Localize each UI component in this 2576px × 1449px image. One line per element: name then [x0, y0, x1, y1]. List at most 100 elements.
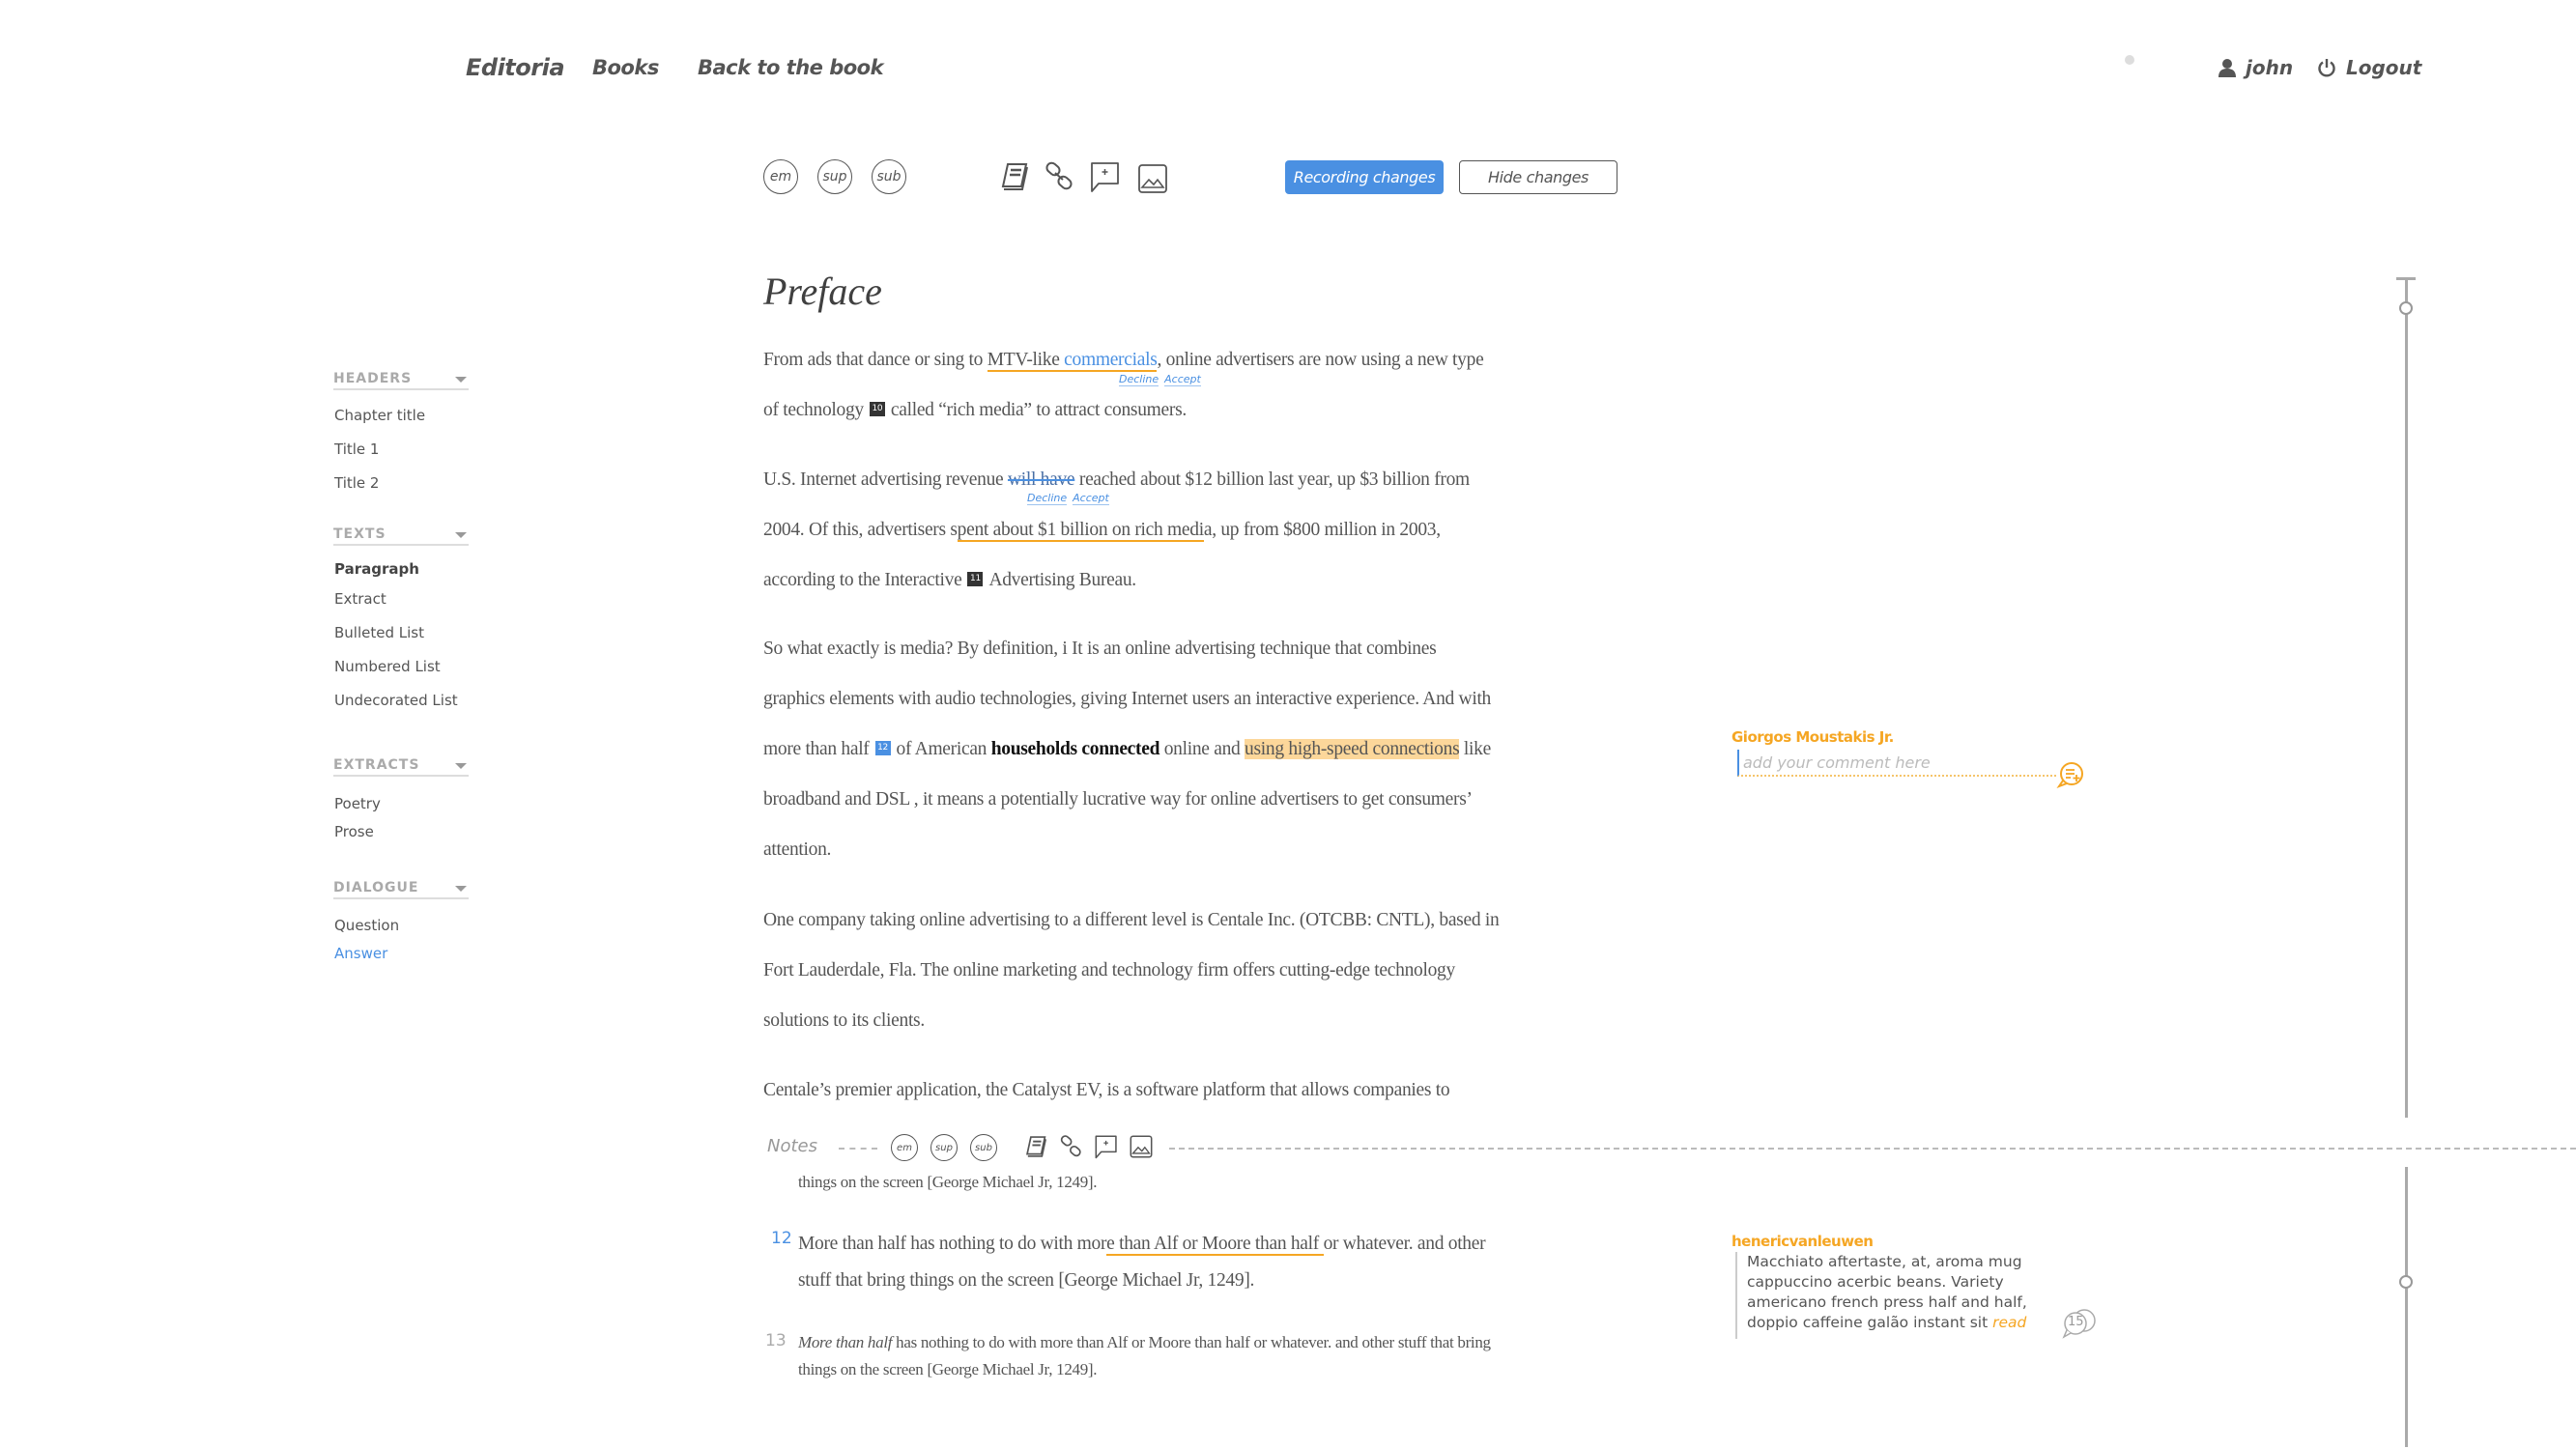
note-text[interactable]: More than half has nothing to do with mo…: [798, 1333, 1491, 1352]
logout-button[interactable]: Logout: [2317, 56, 2421, 79]
sidebar-item-answer[interactable]: Answer: [334, 945, 387, 962]
note-marker[interactable]: 12: [874, 741, 891, 759]
tracked-insertion[interactable]: MTV-like commercials: [987, 350, 1158, 372]
timeline-node[interactable]: [2399, 1275, 2413, 1289]
logout-label: Logout: [2346, 56, 2422, 79]
paragraph-line[interactable]: From ads that dance or sing to MTV-like …: [763, 350, 1484, 372]
note-text[interactable]: stuff that bring things on the screen [G…: [798, 1270, 1254, 1292]
sidebar-section-headers[interactable]: HEADERS: [333, 371, 469, 390]
sidebar-item-question[interactable]: Question: [334, 917, 399, 934]
accept-change-link[interactable]: Accept: [1073, 492, 1109, 505]
comment-input[interactable]: [1737, 750, 2056, 777]
decline-change-link[interactable]: Decline: [1027, 492, 1068, 505]
em-button[interactable]: em: [763, 159, 798, 194]
section-title: TEXTS: [333, 526, 386, 542]
sidebar-item-extract[interactable]: Extract: [334, 590, 386, 608]
note-icon[interactable]: [999, 160, 1032, 193]
decline-change-link[interactable]: Decline: [1119, 373, 1159, 386]
sidebar-section-extracts[interactable]: EXTRACTS: [333, 757, 469, 777]
paragraph-line[interactable]: more than half 12 of American households c…: [763, 739, 1491, 760]
comment-body: Macchiato aftertaste, at, aroma mug capp…: [1735, 1252, 2066, 1339]
sidebar-section-texts[interactable]: TEXTS: [333, 526, 469, 546]
paragraph-line[interactable]: according to the Interactive 11 Advertisin…: [763, 570, 1136, 591]
add-comment-icon[interactable]: [1094, 1134, 1119, 1159]
note-text[interactable]: things on the screen [George Michael Jr,…: [798, 1360, 1098, 1379]
caret-down-icon[interactable]: [455, 886, 467, 892]
link-icon[interactable]: [1044, 160, 1076, 193]
text: called “rich media” to attract consumers…: [890, 400, 1187, 420]
image-icon[interactable]: [1136, 162, 1169, 195]
caret-down-icon[interactable]: [455, 532, 467, 538]
sidebar-item-title-2[interactable]: Title 2: [334, 474, 379, 492]
bold-text: households connected: [990, 739, 1160, 759]
section-title: EXTRACTS: [333, 757, 420, 773]
sidebar-item-title-1[interactable]: Title 1: [334, 440, 379, 458]
notes-timeline-track[interactable]: [2405, 1167, 2408, 1447]
sub-button[interactable]: sub: [872, 159, 906, 194]
sidebar-item-bulleted-list[interactable]: Bulleted List: [334, 624, 424, 641]
tracked-insertion[interactable]: e than Alf or Moore than half: [1106, 1234, 1324, 1256]
text: 2004. Of this, advertisers s: [763, 520, 958, 540]
text: Advertising Bureau.: [988, 570, 1136, 590]
sidebar-item-paragraph[interactable]: Paragraph: [334, 560, 419, 578]
tracked-insertion[interactable]: pent about $1 billion on rich medi: [957, 520, 1204, 542]
note-marker[interactable]: 11: [967, 572, 984, 590]
nav-books[interactable]: Books: [592, 56, 659, 79]
sup-button[interactable]: sup: [817, 159, 852, 194]
caret-down-icon[interactable]: [455, 763, 467, 769]
text: has nothing to do with more than Alf or …: [892, 1333, 1491, 1351]
notes-sub-button[interactable]: sub: [970, 1134, 997, 1161]
paragraph-line[interactable]: Fort Lauderdale, Fla. The online marketi…: [763, 960, 1455, 981]
recording-changes-button[interactable]: Recording changes: [1285, 160, 1444, 194]
user-menu[interactable]: john: [2218, 56, 2293, 79]
paragraph-line[interactable]: 2004. Of this, advertisers spent about $…: [763, 520, 1441, 542]
hide-changes-button[interactable]: Hide changes: [1459, 160, 1617, 194]
paragraph-line[interactable]: broadband and DSL , it means a potential…: [763, 789, 1473, 810]
text: of technology: [763, 400, 864, 420]
nav-back-to-book[interactable]: Back to the book: [698, 56, 884, 79]
note-marker[interactable]: 10: [869, 402, 885, 420]
paragraph-line[interactable]: U.S. Internet advertising revenue will h…: [763, 469, 1470, 491]
text: according to the Interactive: [763, 570, 962, 590]
add-comment-button[interactable]: [2056, 761, 2085, 788]
comments-timeline-track[interactable]: [2405, 277, 2408, 1118]
add-comment-icon[interactable]: [1089, 160, 1122, 193]
paragraph-line[interactable]: So what exactly is media? By definition,…: [763, 639, 1437, 660]
paragraph-line[interactable]: of technology 10 called “rich media” to at…: [763, 400, 1187, 421]
paragraph-line[interactable]: Centale’s premier application, the Catal…: [763, 1080, 1450, 1101]
sidebar-item-poetry[interactable]: Poetry: [334, 795, 381, 812]
paragraph-line[interactable]: solutions to its clients.: [763, 1010, 925, 1032]
track-change-actions: Decline Accept: [1027, 492, 1115, 505]
sidebar-item-numbered-list[interactable]: Numbered List: [334, 658, 441, 675]
reply-count-badge[interactable]: 15: [2061, 1308, 2100, 1339]
commented-text[interactable]: using high-speed connections: [1245, 739, 1460, 759]
paragraph-line[interactable]: attention.: [763, 839, 831, 861]
sidebar-item-undecorated-list[interactable]: Undecorated List: [334, 692, 458, 709]
notes-sup-button[interactable]: sup: [930, 1134, 958, 1161]
text: a, up from $800 million in 2003,: [1203, 520, 1441, 540]
chapter-title[interactable]: Preface: [763, 269, 882, 314]
text: or whatever. and other: [1323, 1234, 1486, 1254]
notes-toolbar: Notes em sup sub: [763, 1134, 2576, 1163]
sidebar-item-chapter-title[interactable]: Chapter title: [334, 407, 425, 424]
username: john: [2246, 56, 2294, 79]
accept-change-link[interactable]: Accept: [1164, 373, 1201, 386]
note-text[interactable]: things on the screen [George Michael Jr,…: [798, 1173, 1098, 1192]
link-icon[interactable]: [1059, 1134, 1084, 1159]
paragraph-line[interactable]: graphics elements with audio technologie…: [763, 689, 1491, 710]
caret-down-icon[interactable]: [455, 377, 467, 383]
note-icon[interactable]: [1024, 1134, 1049, 1159]
notes-em-button[interactable]: em: [891, 1134, 918, 1161]
image-icon[interactable]: [1129, 1134, 1154, 1159]
sidebar-item-prose[interactable]: Prose: [334, 823, 374, 840]
sidebar-section-dialogue[interactable]: DIALOGUE: [333, 880, 469, 899]
text: , online advertisers are now using a new…: [1157, 350, 1484, 370]
note-text[interactable]: More than half has nothing to do with mo…: [798, 1234, 1486, 1256]
loading-indicator: [2125, 55, 2134, 65]
comment-author: henericvanleuwen: [1732, 1233, 1874, 1250]
paragraph-line[interactable]: One company taking online advertising to…: [763, 910, 1500, 931]
note-number: 13: [765, 1331, 787, 1350]
brand-logo[interactable]: Editoria: [466, 54, 565, 81]
timeline-node[interactable]: [2399, 301, 2413, 315]
tracked-deletion[interactable]: will have: [1008, 469, 1075, 490]
